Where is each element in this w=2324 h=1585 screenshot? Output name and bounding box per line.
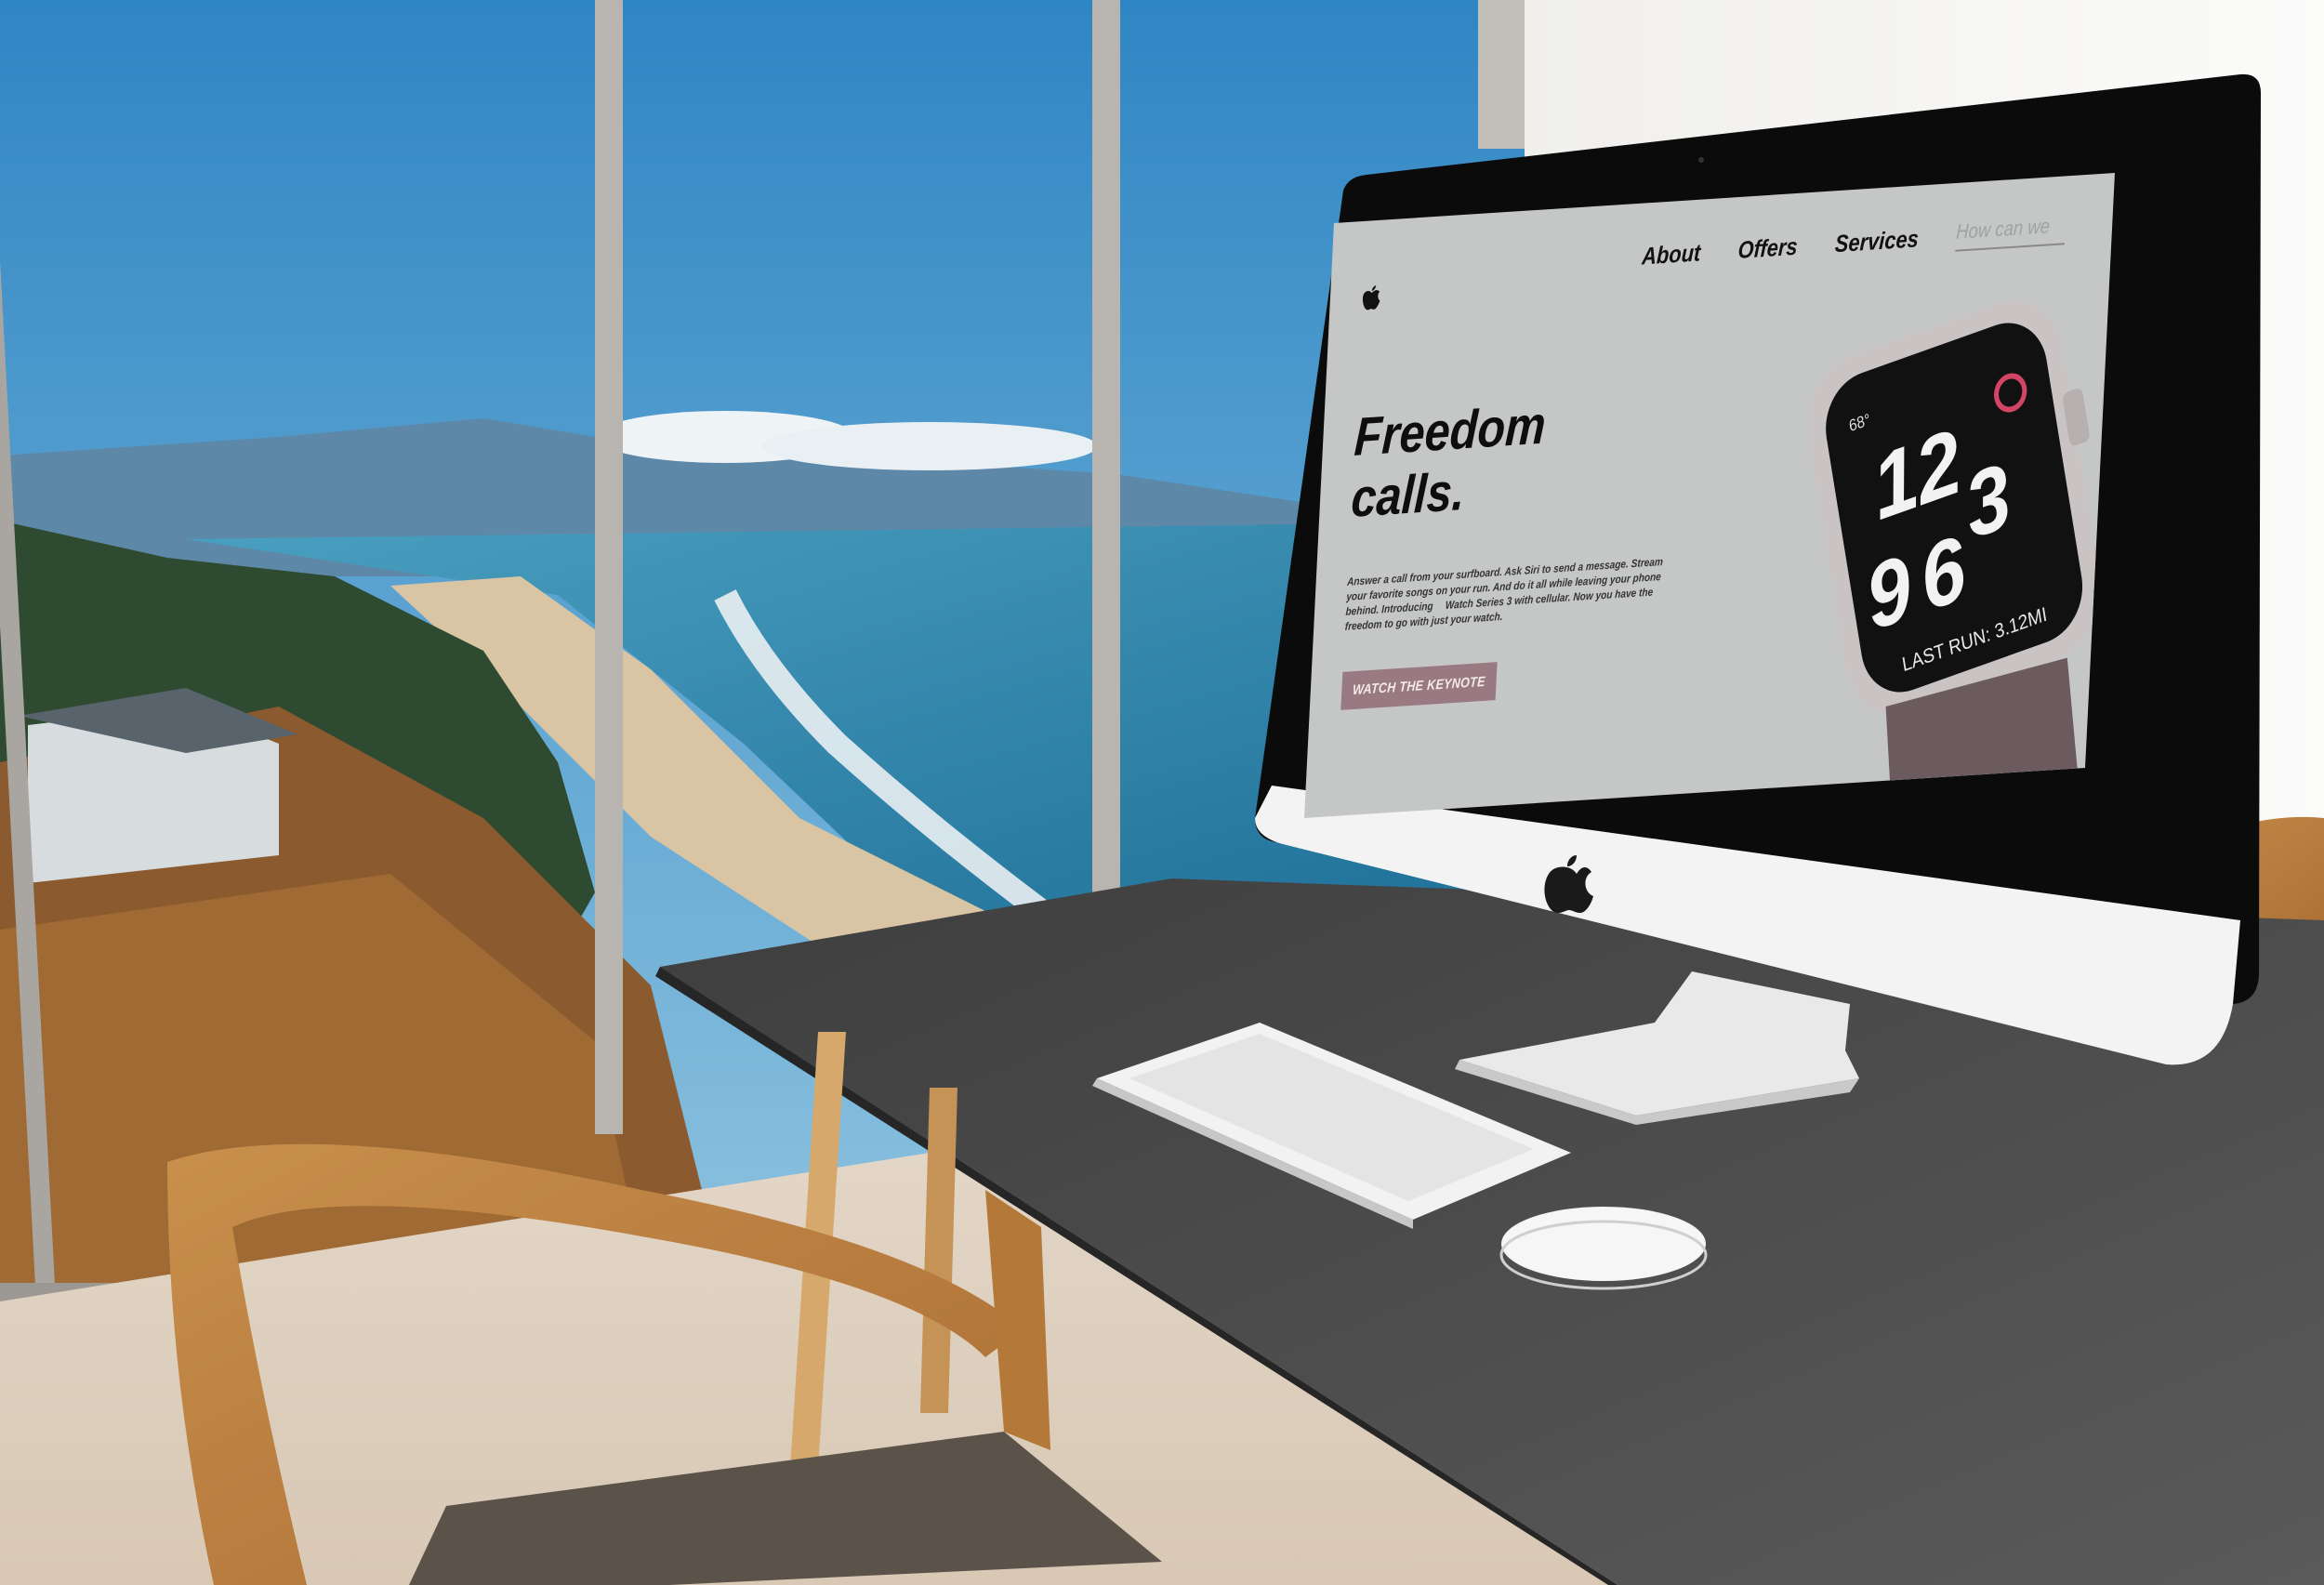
nav-about[interactable]: About	[1642, 238, 1702, 271]
nav-bar: About Offers Services How can we	[1641, 213, 2067, 271]
apple-logo-icon[interactable]	[1361, 284, 1382, 313]
watch-image: 12 9 6 3 68° LAST RUN: 3.12MI	[1807, 300, 2101, 781]
website: About Offers Services How can we Freedom…	[1304, 173, 2115, 818]
photo-scene: About Offers Services How can we Freedom…	[0, 0, 2324, 1585]
hero-body: Answer a call from your surfboard. Ask S…	[1344, 555, 1664, 633]
watch-keynote-button[interactable]: WATCH THE KEYNOTE	[1340, 662, 1498, 710]
nav-offers[interactable]: Offers	[1737, 231, 1798, 264]
hero-title: Freedom calls.	[1350, 392, 1591, 530]
nav-services[interactable]: Services	[1834, 224, 1919, 258]
monitor-screen: About Offers Services How can we Freedom…	[1304, 173, 2171, 818]
search-input[interactable]: How can we	[1955, 213, 2067, 252]
